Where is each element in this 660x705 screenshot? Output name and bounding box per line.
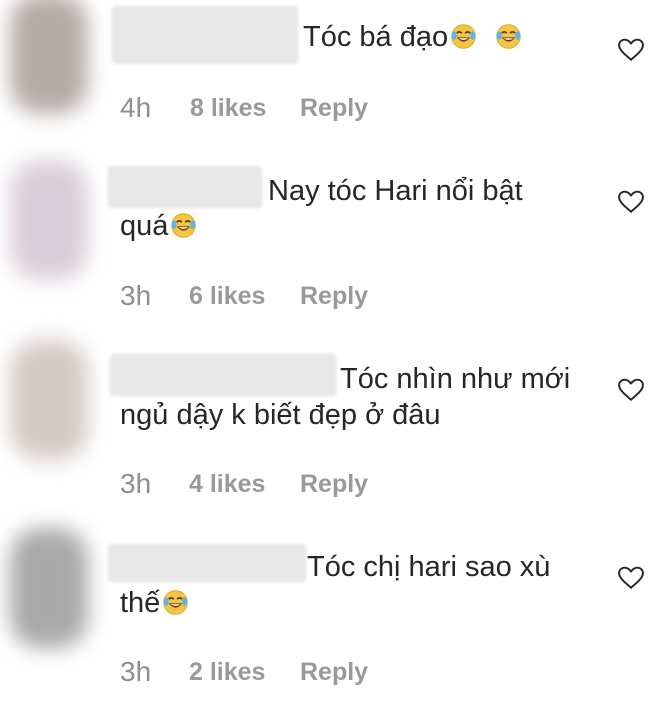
comment-4: Tóc chị hari sao xù thế 3h 2 likes Reply <box>0 0 660 687</box>
timestamp: 3h <box>120 468 152 499</box>
reply-button[interactable]: Reply <box>300 470 368 499</box>
likes-count[interactable]: 2 likes <box>189 658 265 687</box>
comment-text-line-2: thế <box>120 584 189 622</box>
heart-outline-icon[interactable] <box>618 566 644 590</box>
reply-button[interactable]: Reply <box>300 658 368 687</box>
comment-text-line-1: Tóc nhìn như mới <box>340 363 571 395</box>
timestamp: 3h <box>120 656 152 687</box>
username-blurred[interactable] <box>108 544 306 582</box>
likes-count[interactable]: 6 likes <box>189 282 265 311</box>
reply-button[interactable]: Reply <box>300 282 368 311</box>
tears-of-joy-emoji-icon <box>170 212 197 239</box>
tears-of-joy-emoji-icon <box>162 589 189 616</box>
timestamp: 3h <box>120 280 152 311</box>
username-blurred[interactable] <box>110 354 336 396</box>
heart-outline-icon[interactable] <box>618 378 644 402</box>
likes-count[interactable]: 4 likes <box>189 470 265 499</box>
avatar[interactable] <box>10 528 88 648</box>
comment-text-line-1: Tóc chị hari sao xù <box>307 551 551 583</box>
comment-text-line-2: ngủ dậy k biết đẹp ở đâu <box>120 399 441 431</box>
heart-outline-icon[interactable] <box>618 190 644 214</box>
avatar[interactable] <box>10 340 88 460</box>
comment-text-line-2: quá <box>120 207 197 245</box>
